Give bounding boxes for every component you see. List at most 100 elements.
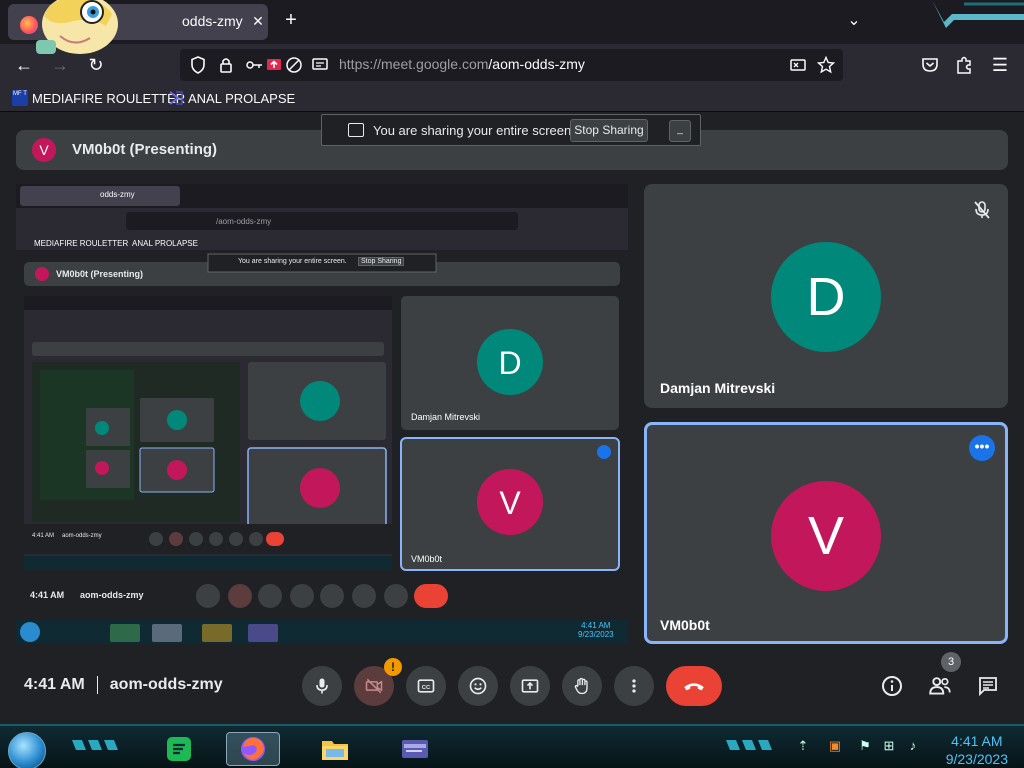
taskbar-spotify[interactable] bbox=[152, 732, 206, 766]
people-icon bbox=[929, 677, 951, 695]
sharing-notice-text: You are sharing your entire screen. bbox=[373, 123, 575, 138]
browser-navigation-bar: ← → ↻ https://meet.google.com/aom-odds-z… bbox=[0, 44, 1024, 86]
url-path: /aom-odds-zmy bbox=[488, 56, 585, 72]
bookmark-mediafire-rouletter[interactable]: MF T MEDIAFIRE ROULETTER bbox=[12, 90, 185, 106]
microphone-button[interactable] bbox=[302, 666, 342, 706]
screen-share-content: D V bbox=[16, 184, 628, 644]
display-icon[interactable]: ⊞ bbox=[880, 738, 898, 756]
nested-stop-button: Stop Sharing bbox=[358, 257, 405, 266]
presenting-title: VM0b0t (Presenting) bbox=[72, 141, 218, 158]
participant-tile-vm0b0t[interactable]: ••• V VM0b0t bbox=[644, 422, 1008, 644]
presenter-avatar: V bbox=[32, 138, 56, 162]
svg-text:V: V bbox=[499, 485, 521, 521]
bookmarks-toolbar: MF T MEDIAFIRE ROULETTER ANAL PROLAPSE bbox=[0, 86, 1024, 112]
screen-share-icon bbox=[348, 123, 364, 137]
pocket-icon[interactable] bbox=[918, 53, 942, 77]
tab-close-button[interactable]: ✕ bbox=[249, 12, 267, 30]
nested-clock-time: 4:41 AM bbox=[581, 621, 611, 630]
file-explorer-icon bbox=[322, 741, 348, 760]
browser-tab-strip: odds-zmy ✕ + ⌄ bbox=[0, 0, 1024, 54]
bookmark-label: MEDIAFIRE ROULETTER bbox=[32, 90, 186, 106]
nested-clock-date: 9/23/2023 bbox=[578, 630, 614, 639]
media-player-icon bbox=[402, 740, 428, 758]
nested-share-notice: You are sharing your entire screen. bbox=[238, 258, 347, 265]
hide-notification-button[interactable]: _ bbox=[669, 120, 691, 142]
nested-meeting-code-2: aom-odds-zmy bbox=[62, 533, 102, 539]
participant-name: VM0b0t bbox=[660, 617, 710, 633]
closed-captions-icon: CC bbox=[417, 679, 435, 693]
microphone-icon bbox=[316, 678, 328, 694]
taskbar-firefox[interactable] bbox=[226, 732, 280, 766]
shield-icon[interactable] bbox=[188, 55, 208, 75]
picture-in-picture-icon[interactable] bbox=[788, 55, 808, 75]
screen-sharing-notification: You are sharing your entire screen. Stop… bbox=[321, 114, 701, 146]
shared-screen-view[interactable]: D V odds-zmy /aom-odds-zmy MEDIAFIRE ROU… bbox=[16, 184, 628, 644]
taskbar-decoration bbox=[72, 740, 118, 750]
phone-hangup-icon bbox=[684, 683, 704, 691]
extensions-icon[interactable] bbox=[952, 53, 976, 77]
nested-bookmark: ANAL PROLAPSE bbox=[132, 239, 198, 248]
clock-date: 9/23/2023 bbox=[945, 751, 1008, 767]
volume-icon[interactable]: ♪ bbox=[904, 738, 922, 756]
more-options-button[interactable] bbox=[614, 666, 654, 706]
camera-off-icon bbox=[365, 678, 383, 694]
url-text[interactable]: https://meet.google.com/aom-odds-zmy bbox=[339, 56, 585, 72]
participant-avatar: D bbox=[771, 242, 881, 352]
start-button[interactable] bbox=[8, 732, 46, 768]
tech-frame-decoration bbox=[932, 0, 1024, 28]
nested-url: /aom-odds-zmy bbox=[216, 217, 272, 226]
screen: odds-zmy ✕ + ⌄ ← → ↻ https://meet.google… bbox=[0, 0, 1024, 768]
up-arrow-icon[interactable]: ⇡ bbox=[794, 738, 812, 756]
meet-page: You are sharing your entire screen. Stop… bbox=[0, 112, 1024, 724]
participant-avatar: V bbox=[771, 481, 881, 591]
present-screen-button[interactable] bbox=[510, 666, 550, 706]
permissions-icon[interactable] bbox=[244, 55, 264, 75]
page-info-icon[interactable] bbox=[310, 55, 330, 75]
stop-sharing-button[interactable]: Stop Sharing bbox=[570, 119, 648, 142]
leave-call-button[interactable] bbox=[666, 666, 722, 706]
nested-meeting-time: 4:41 AM bbox=[30, 590, 65, 600]
network-status-icon[interactable]: ⚑ bbox=[856, 738, 874, 756]
bookmark-label: ANAL PROLAPSE bbox=[188, 90, 296, 106]
hand-icon bbox=[574, 677, 588, 695]
participant-tile-damjan[interactable]: D Damjan Mitrevski bbox=[644, 184, 1008, 408]
more-options-button[interactable]: ••• bbox=[969, 435, 995, 461]
clock-time: 4:41 AM bbox=[951, 733, 1003, 749]
chat-button[interactable] bbox=[974, 672, 1002, 700]
vertical-dots-icon bbox=[632, 679, 636, 693]
screen-share-indicator-icon[interactable] bbox=[264, 55, 284, 75]
new-tab-button[interactable]: + bbox=[280, 10, 302, 32]
nested-bookmark: MEDIAFIRE ROULETTER bbox=[34, 239, 129, 248]
firefox-icon bbox=[241, 737, 265, 761]
nested-presenting-title: VM0b0t (Presenting) bbox=[56, 269, 144, 279]
tracking-blocked-icon[interactable] bbox=[284, 55, 304, 75]
participant-count-badge: 3 bbox=[941, 652, 961, 672]
mic-off-icon bbox=[974, 201, 990, 219]
meeting-details-button[interactable] bbox=[878, 672, 906, 700]
taskbar-media-player[interactable] bbox=[388, 732, 442, 766]
svg-text:CC: CC bbox=[422, 685, 431, 691]
app-tray-icon[interactable]: ▣ bbox=[826, 738, 844, 756]
taskbar-file-explorer[interactable] bbox=[308, 732, 362, 766]
lock-icon[interactable] bbox=[216, 55, 236, 75]
present-icon bbox=[521, 679, 539, 693]
nested-tile-name: VM0b0t bbox=[411, 554, 443, 564]
address-bar[interactable]: https://meet.google.com/aom-odds-zmy bbox=[180, 49, 843, 81]
chevron-down-icon[interactable]: ⌄ bbox=[843, 10, 865, 32]
nested-clock: 4:41 AM 9/23/2023 bbox=[578, 621, 614, 639]
hamburger-menu-icon[interactable]: ☰ bbox=[988, 53, 1012, 77]
taskbar-decoration bbox=[726, 740, 772, 750]
camera-button[interactable]: ! bbox=[354, 658, 402, 706]
raise-hand-button[interactable] bbox=[562, 666, 602, 706]
info-icon bbox=[882, 676, 902, 696]
bookmark-star-icon[interactable] bbox=[816, 55, 836, 75]
bookmark-anal-prolapse[interactable]: ANAL PROLAPSE bbox=[168, 90, 295, 106]
people-button[interactable] bbox=[926, 672, 954, 700]
camera-alert-badge: ! bbox=[384, 658, 402, 676]
meeting-time: 4:41 AM bbox=[24, 676, 85, 693]
mediafire-icon: MF T bbox=[12, 90, 28, 106]
svg-text:D: D bbox=[498, 345, 521, 381]
reactions-button[interactable] bbox=[458, 666, 498, 706]
captions-button[interactable]: CC bbox=[406, 666, 446, 706]
system-clock[interactable]: 4:41 AM 9/23/2023 bbox=[946, 732, 1008, 768]
